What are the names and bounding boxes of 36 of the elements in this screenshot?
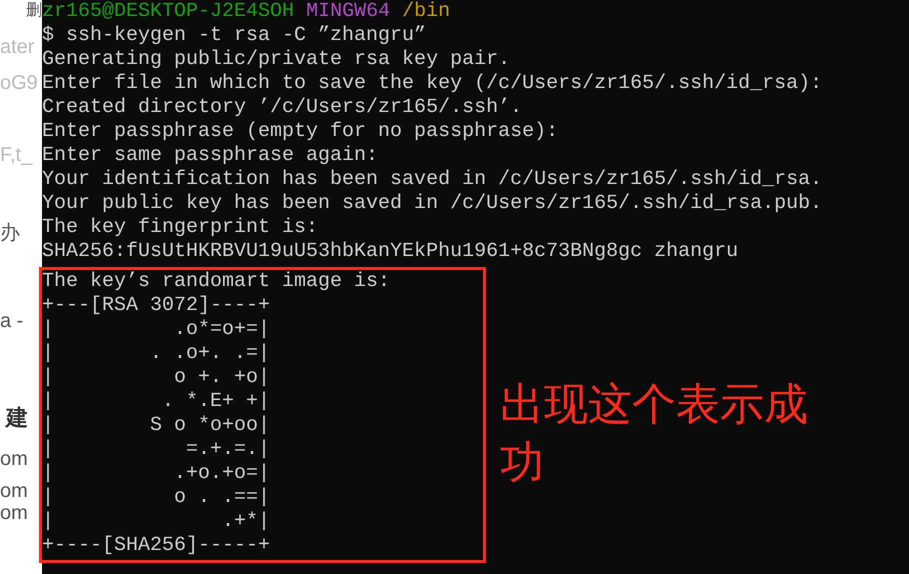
page-text: om	[0, 480, 29, 502]
terminal-line: Your public key has been saved in /c/Users/zr165/.ssh/id_rsa.pub.	[42, 192, 824, 216]
page-text: a -	[0, 310, 24, 332]
terminal-line: $ ssh-keygen -t rsa -C ”zhangru”	[42, 24, 428, 48]
page-text: om	[0, 448, 29, 470]
terminal-line: Enter file in which to save the key (/c/Users/zr165/.ssh/id_rsa):	[42, 72, 824, 96]
prompt-user-host: zr165@DESKTOP-J2E4SOH	[42, 0, 294, 23]
terminal-line: Generating public/private rsa key pair.	[42, 48, 512, 72]
randomart-line: | =.+.=.|	[42, 438, 272, 462]
terminal-line: Created directory ’/c/Users/zr165/.ssh’.	[42, 96, 524, 120]
page-text: 办	[0, 222, 21, 244]
annotation-text: 出现这个表示成功	[500, 378, 809, 490]
randomart-line: +----[SHA256]-----+	[42, 534, 272, 558]
randomart-line: | o +. +o|	[42, 366, 272, 390]
prompt-path: /bin	[402, 0, 450, 23]
randomart-line: | .+o.+o=|	[42, 462, 272, 486]
page-text: F,t_	[0, 144, 34, 166]
randomart-line: | . .o+. .=|	[42, 342, 272, 366]
terminal-line: The key fingerprint is:	[42, 216, 320, 240]
randomart-line: | S o *o+oo|	[42, 414, 272, 438]
terminal-line: SHA256:fUsUtHKRBVU19uU53hbKanYEkPhu1961+8c73BNg8gc zhangru	[42, 240, 740, 264]
page-text: oG9	[0, 72, 39, 94]
randomart-line: | .+*|	[42, 510, 272, 534]
page-text: ater	[0, 36, 36, 58]
randomart-line: | . *.E+ +|	[42, 390, 272, 414]
page-text: 建	[6, 404, 29, 432]
terminal-line: Your identification has been saved in /c/Users/zr165/.ssh/id_rsa.	[42, 168, 824, 192]
randomart-line: | .o*=o+=|	[42, 318, 272, 342]
prompt-shell: MINGW64	[306, 0, 390, 23]
randomart-line: The key’s randomart image is:	[42, 270, 392, 294]
randomart-line: +---[RSA 3072]----+	[42, 294, 272, 318]
terminal-line: Enter same passphrase again:	[42, 144, 380, 168]
terminal-line: Enter passphrase (empty for no passphrase):	[42, 120, 560, 144]
page-text: 删	[26, 1, 42, 21]
randomart-line: | o . .==|	[42, 486, 272, 510]
page-text: om	[0, 502, 29, 524]
